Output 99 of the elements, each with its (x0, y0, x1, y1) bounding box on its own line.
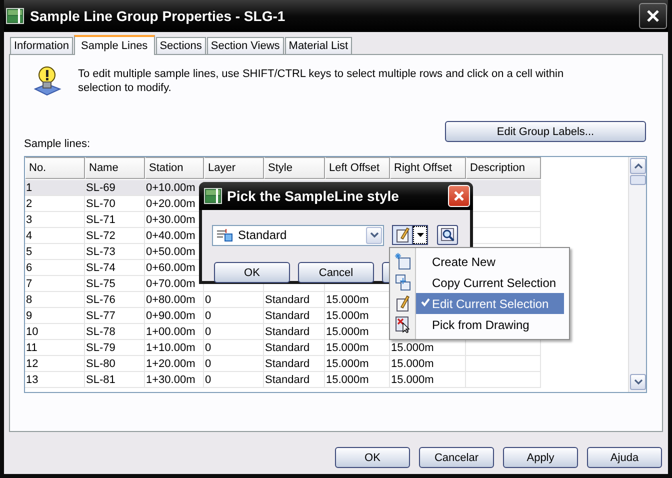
tab[interactable]: Material List (284, 37, 352, 54)
table-cell: SL-78 (85, 324, 145, 340)
column-header[interactable]: Style (264, 157, 325, 179)
new-style-icon (394, 253, 410, 270)
table-cell: 1 (25, 180, 85, 196)
table-cell: 4 (25, 228, 85, 244)
table-cell: SL-70 (85, 196, 145, 212)
table-cell: 15.000m (325, 356, 390, 372)
table-cell: 8 (25, 292, 85, 308)
table-cell: 0 (204, 292, 264, 308)
table-cell: SL-72 (85, 228, 145, 244)
tab[interactable]: Information (10, 37, 74, 54)
table-cell: 13 (25, 372, 85, 388)
table-cell: 12 (25, 356, 85, 372)
window-title: Sample Line Group Properties - SLG-1 (30, 8, 286, 24)
table-cell: SL-69 (85, 180, 145, 196)
app-icon (6, 8, 24, 24)
edit-group-labels-button[interactable]: Edit Group Labels... (445, 121, 646, 142)
table-cell: 5 (25, 244, 85, 260)
table-cell: 0 (204, 372, 264, 388)
table-cell: 0+90.00m (145, 308, 204, 324)
table-cell: 0+10.00m (145, 180, 204, 196)
table-cell: SL-79 (85, 340, 145, 356)
edit-style-icon (394, 295, 410, 312)
style-icon (217, 228, 233, 242)
table-label: Sample lines: (24, 138, 92, 152)
table-cell: 0 (204, 324, 264, 340)
search-icon (440, 228, 454, 242)
column-header[interactable]: Right Offset (390, 157, 466, 179)
dialog-button[interactable]: Cancelar (419, 447, 494, 468)
dropdown-value: Standard (238, 228, 288, 242)
menu-item[interactable]: Pick from Drawing (416, 314, 564, 335)
table-cell: Standard (264, 356, 325, 372)
lightbulb-icon (32, 65, 62, 97)
table-cell: 1+30.00m (145, 372, 204, 388)
dialog-button[interactable]: Ajuda (587, 447, 662, 468)
edit-split-button[interactable] (392, 225, 428, 245)
table-cell: 2 (25, 196, 85, 212)
close-button[interactable] (639, 3, 667, 29)
table-cell: 15.000m (390, 372, 466, 388)
tab[interactable]: Sample Lines (74, 35, 155, 55)
table-cell: 6 (25, 260, 85, 276)
table-cell: SL-75 (85, 276, 145, 292)
pick-style-icon (394, 316, 410, 333)
info-text: To edit multiple sample lines, use SHIFT/CTRL keys to select multiple rows and click on a cell within selection to modify. (78, 67, 565, 96)
menu-item[interactable]: Copy Current Selection (416, 272, 564, 293)
edit-icon (396, 227, 410, 243)
app-icon (204, 188, 222, 204)
column-header[interactable]: Left Offset (325, 157, 390, 179)
dialog-button[interactable]: OK (214, 262, 290, 283)
table-cell: 1+10.00m (145, 340, 204, 356)
table-cell: 15.000m (325, 372, 390, 388)
tab[interactable]: Section Views (206, 37, 284, 54)
table-cell: 10 (25, 324, 85, 340)
table-cell: SL-80 (85, 356, 145, 372)
close-icon (646, 9, 660, 23)
table-cell: 1+20.00m (145, 356, 204, 372)
pick-button[interactable] (437, 225, 458, 245)
scroll-up-button[interactable] (630, 158, 646, 174)
table-cell: Standard (264, 292, 325, 308)
table-cell: 7 (25, 276, 85, 292)
table-cell: 0 (204, 356, 264, 372)
dialog-button[interactable]: OK (335, 447, 410, 468)
table-cell: 0 (204, 308, 264, 324)
table-cell: Standard (264, 372, 325, 388)
column-header[interactable]: Description (466, 157, 541, 179)
dialog-title: Pick the SampleLine style (227, 188, 400, 204)
column-header[interactable]: Station (145, 157, 204, 179)
scroll-down-button[interactable] (630, 374, 646, 390)
table-cell: Standard (264, 308, 325, 324)
table-cell: SL-71 (85, 212, 145, 228)
table-cell: 1+00.00m (145, 324, 204, 340)
table-cell: SL-81 (85, 372, 145, 388)
menu-item[interactable]: Create New (416, 251, 564, 272)
caret-icon (416, 233, 424, 237)
table-cell: SL-76 (85, 292, 145, 308)
dialog-button[interactable]: Cancel (298, 262, 374, 283)
table-cell: 0+80.00m (145, 292, 204, 308)
table-cell: SL-74 (85, 260, 145, 276)
column-header[interactable]: Name (85, 157, 145, 179)
table-cell: Standard (264, 340, 325, 356)
table-cell: 9 (25, 308, 85, 324)
table-cell: 15.000m (325, 340, 390, 356)
table-cell: 3 (25, 212, 85, 228)
scrollbar-thumb[interactable] (630, 175, 646, 185)
copy-style-icon (394, 274, 410, 291)
table-cell: 0 (204, 340, 264, 356)
column-header[interactable]: Layer (204, 157, 264, 179)
menu-item[interactable]: Edit Current Selection (416, 293, 564, 314)
table-cell: SL-73 (85, 244, 145, 260)
column-header[interactable]: No. (25, 157, 85, 179)
table-cell: Standard (264, 324, 325, 340)
dialog-button[interactable]: Apply (503, 447, 578, 468)
table-cell: SL-77 (85, 308, 145, 324)
style-dropdown[interactable]: Standard (212, 224, 384, 246)
table-cell: 15.000m (390, 356, 466, 372)
tab[interactable]: Sections (156, 37, 206, 54)
table-cell: 11 (25, 340, 85, 356)
close-icon (453, 190, 465, 202)
